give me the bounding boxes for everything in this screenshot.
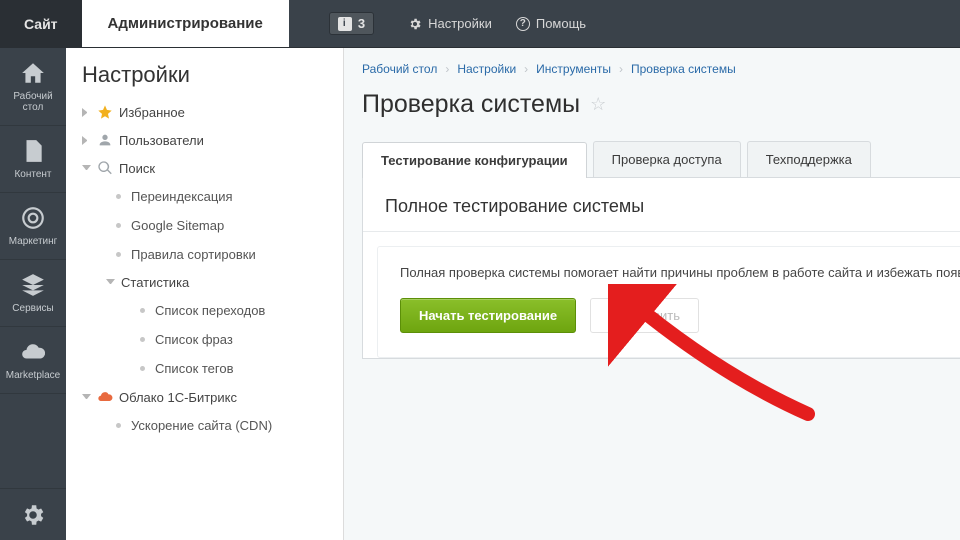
tree-label: Избранное — [119, 105, 185, 120]
tree-child-label: Google Sitemap — [131, 218, 224, 233]
bullet-icon — [116, 252, 121, 257]
tree-child-transitions[interactable]: Список переходов — [66, 296, 343, 325]
rail-label: Контент — [14, 169, 51, 180]
caret-down-icon — [82, 394, 91, 403]
gear-icon — [408, 17, 422, 31]
rail-settings-button[interactable] — [0, 488, 66, 540]
top-settings-label: Настройки — [428, 16, 492, 31]
tree-child-label: Список тегов — [155, 361, 234, 376]
caret-right-icon — [82, 108, 91, 117]
crumb-link[interactable]: Настройки — [457, 62, 516, 76]
tab-site[interactable]: Сайт — [0, 0, 82, 47]
page-title: Проверка системы ☆ — [362, 90, 960, 119]
submenu-panel: Настройки Избранное Пользователи Поиск П… — [66, 48, 344, 540]
tree-child-tags[interactable]: Список тегов — [66, 354, 343, 383]
tree-child-cdn[interactable]: Ускорение сайта (CDN) — [66, 411, 343, 440]
tree-child-label: Правила сортировки — [131, 247, 256, 262]
start-test-button[interactable]: Начать тестирование — [400, 298, 576, 333]
top-help-label: Помощь — [536, 16, 586, 31]
target-icon — [20, 205, 46, 231]
tree-users[interactable]: Пользователи — [66, 126, 343, 154]
caret-down-icon — [106, 279, 115, 288]
rail-item-marketplace[interactable]: Marketplace — [0, 327, 66, 394]
tree-child-label: Список переходов — [155, 303, 265, 318]
crumb-link[interactable]: Инструменты — [536, 62, 611, 76]
tree-search[interactable]: Поиск — [66, 154, 343, 182]
cloud-down-icon — [20, 339, 46, 365]
breadcrumb: Рабочий стол › Настройки › Инструменты › Пр… — [362, 62, 960, 76]
crumb-link[interactable]: Рабочий стол — [362, 62, 437, 76]
notification-count: 3 — [358, 16, 365, 31]
topbar: Сайт Администрирование 3 Настройки ? Пом… — [0, 0, 960, 48]
rail-label: Marketplace — [6, 370, 60, 381]
tree-child-sitemap[interactable]: Google Sitemap — [66, 211, 343, 240]
favorite-star-icon[interactable]: ☆ — [590, 94, 606, 115]
page-title-text: Проверка системы — [362, 90, 580, 119]
rail-label: Сервисы — [12, 303, 53, 314]
tree-label: Облако 1С-Битрикс — [119, 390, 237, 405]
tree-child-label: Список фраз — [155, 332, 233, 347]
tree-child-label: Ускорение сайта (CDN) — [131, 418, 272, 433]
info-icon — [338, 17, 352, 31]
star-icon — [97, 104, 113, 120]
rail-label: Рабочийстол — [13, 91, 52, 113]
layers-icon — [20, 272, 46, 298]
tree-label: Статистика — [121, 275, 189, 290]
cloud-icon — [97, 389, 113, 405]
tab-access-check[interactable]: Проверка доступа — [593, 141, 741, 177]
chevron-right-icon: › — [619, 62, 623, 76]
crumb-link[interactable]: Проверка системы — [631, 62, 736, 76]
main-content: Рабочий стол › Настройки › Инструменты › Пр… — [344, 48, 960, 540]
document-icon — [20, 138, 46, 164]
chevron-right-icon: › — [524, 62, 528, 76]
panel-heading: Полное тестирование системы — [363, 178, 960, 232]
bullet-icon — [140, 366, 145, 371]
caret-down-icon — [82, 165, 91, 174]
user-icon — [97, 132, 113, 148]
tree-child-sortrules[interactable]: Правила сортировки — [66, 240, 343, 269]
chevron-right-icon: › — [445, 62, 449, 76]
bullet-icon — [140, 337, 145, 342]
tab-administration[interactable]: Администрирование — [82, 0, 289, 47]
gear-icon — [20, 502, 46, 528]
submenu-title: Настройки — [66, 62, 343, 98]
tab-config-test[interactable]: Тестирование конфигурации — [362, 142, 587, 178]
tree-child-label: Переиндексация — [131, 189, 233, 204]
tree-label: Поиск — [119, 161, 155, 176]
tabs: Тестирование конфигурации Проверка досту… — [362, 141, 960, 177]
tab-support[interactable]: Техподдержка — [747, 141, 871, 177]
bullet-icon — [116, 423, 121, 428]
rail-item-content[interactable]: Контент — [0, 126, 66, 193]
left-rail: Рабочийстол Контент Маркетинг Сервисы Ma… — [0, 48, 66, 540]
tree-statistics[interactable]: Статистика — [66, 269, 343, 296]
bullet-icon — [140, 308, 145, 313]
house-icon — [20, 60, 46, 86]
rail-item-services[interactable]: Сервисы — [0, 260, 66, 327]
rail-label: Маркетинг — [9, 236, 58, 247]
tree-label: Пользователи — [119, 133, 204, 148]
search-icon — [97, 160, 113, 176]
tree-child-phrases[interactable]: Список фраз — [66, 325, 343, 354]
panel-description: Полная проверка системы помогает найти п… — [400, 265, 942, 280]
rail-item-desktop[interactable]: Рабочийстол — [0, 48, 66, 126]
rail-item-marketing[interactable]: Маркетинг — [0, 193, 66, 260]
top-settings-link[interactable]: Настройки — [408, 0, 492, 47]
notifications-chip[interactable]: 3 — [319, 0, 384, 47]
bullet-icon — [116, 223, 121, 228]
help-icon: ? — [516, 17, 530, 31]
tree-cloud[interactable]: Облако 1С-Битрикс — [66, 383, 343, 411]
panel: Полное тестирование системы Полная прове… — [362, 177, 960, 359]
top-help-link[interactable]: ? Помощь — [516, 0, 586, 47]
tree-favorites[interactable]: Избранное — [66, 98, 343, 126]
tree-child-reindex[interactable]: Переиндексация — [66, 182, 343, 211]
caret-right-icon — [82, 136, 91, 145]
bullet-icon — [116, 194, 121, 199]
stop-test-button[interactable]: Остановить — [590, 298, 699, 333]
